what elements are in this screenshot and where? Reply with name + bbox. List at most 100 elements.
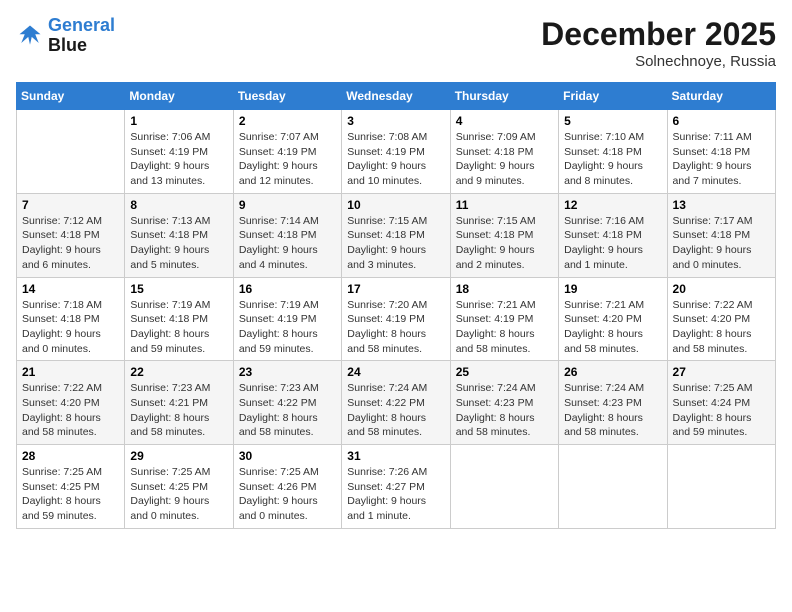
day-cell: 5 Sunrise: 7:10 AM Sunset: 4:18 PM Daylig… bbox=[559, 110, 667, 194]
week-row-4: 21 Sunrise: 7:22 AM Sunset: 4:20 PM Dayli… bbox=[17, 361, 776, 445]
month-title: December 2025 bbox=[541, 16, 776, 53]
day-info: Sunrise: 7:11 AM Sunset: 4:18 PM Dayligh… bbox=[673, 130, 770, 189]
day-number: 17 bbox=[347, 282, 444, 296]
day-number: 1 bbox=[130, 114, 227, 128]
day-cell: 27 Sunrise: 7:25 AM Sunset: 4:24 PM Dayli… bbox=[667, 361, 775, 445]
day-cell: 9 Sunrise: 7:14 AM Sunset: 4:18 PM Daylig… bbox=[233, 193, 341, 277]
day-number: 7 bbox=[22, 198, 119, 212]
day-info: Sunrise: 7:25 AM Sunset: 4:25 PM Dayligh… bbox=[130, 465, 227, 524]
day-info: Sunrise: 7:19 AM Sunset: 4:18 PM Dayligh… bbox=[130, 298, 227, 357]
day-cell bbox=[17, 110, 125, 194]
weekday-header-wednesday: Wednesday bbox=[342, 83, 450, 110]
day-number: 3 bbox=[347, 114, 444, 128]
day-cell: 1 Sunrise: 7:06 AM Sunset: 4:19 PM Daylig… bbox=[125, 110, 233, 194]
day-number: 30 bbox=[239, 449, 336, 463]
day-cell bbox=[667, 445, 775, 529]
day-info: Sunrise: 7:23 AM Sunset: 4:21 PM Dayligh… bbox=[130, 381, 227, 440]
day-info: Sunrise: 7:06 AM Sunset: 4:19 PM Dayligh… bbox=[130, 130, 227, 189]
week-row-1: 1 Sunrise: 7:06 AM Sunset: 4:19 PM Daylig… bbox=[17, 110, 776, 194]
day-number: 2 bbox=[239, 114, 336, 128]
day-number: 28 bbox=[22, 449, 119, 463]
weekday-header-friday: Friday bbox=[559, 83, 667, 110]
day-number: 4 bbox=[456, 114, 553, 128]
day-info: Sunrise: 7:24 AM Sunset: 4:23 PM Dayligh… bbox=[456, 381, 553, 440]
day-info: Sunrise: 7:12 AM Sunset: 4:18 PM Dayligh… bbox=[22, 214, 119, 273]
day-cell: 11 Sunrise: 7:15 AM Sunset: 4:18 PM Dayli… bbox=[450, 193, 558, 277]
day-cell: 6 Sunrise: 7:11 AM Sunset: 4:18 PM Daylig… bbox=[667, 110, 775, 194]
day-cell: 26 Sunrise: 7:24 AM Sunset: 4:23 PM Dayli… bbox=[559, 361, 667, 445]
day-cell: 16 Sunrise: 7:19 AM Sunset: 4:19 PM Dayli… bbox=[233, 277, 341, 361]
day-info: Sunrise: 7:24 AM Sunset: 4:23 PM Dayligh… bbox=[564, 381, 661, 440]
day-number: 9 bbox=[239, 198, 336, 212]
logo-text: GeneralBlue bbox=[48, 16, 115, 56]
title-block: December 2025 Solnechnoye, Russia bbox=[541, 16, 776, 70]
week-row-5: 28 Sunrise: 7:25 AM Sunset: 4:25 PM Dayli… bbox=[17, 445, 776, 529]
day-cell: 24 Sunrise: 7:24 AM Sunset: 4:22 PM Dayli… bbox=[342, 361, 450, 445]
weekday-header-monday: Monday bbox=[125, 83, 233, 110]
logo-icon bbox=[16, 22, 44, 50]
day-number: 24 bbox=[347, 365, 444, 379]
weekday-header-thursday: Thursday bbox=[450, 83, 558, 110]
day-info: Sunrise: 7:20 AM Sunset: 4:19 PM Dayligh… bbox=[347, 298, 444, 357]
day-cell: 17 Sunrise: 7:20 AM Sunset: 4:19 PM Dayli… bbox=[342, 277, 450, 361]
day-cell bbox=[559, 445, 667, 529]
day-cell: 14Sunrise: 7:18 AM Sunset: 4:18 PM Dayli… bbox=[17, 277, 125, 361]
day-info: Sunrise: 7:16 AM Sunset: 4:18 PM Dayligh… bbox=[564, 214, 661, 273]
day-info: Sunrise: 7:22 AM Sunset: 4:20 PM Dayligh… bbox=[22, 381, 119, 440]
day-info: Sunrise: 7:23 AM Sunset: 4:22 PM Dayligh… bbox=[239, 381, 336, 440]
logo: GeneralBlue bbox=[16, 16, 115, 56]
day-info: Sunrise: 7:13 AM Sunset: 4:18 PM Dayligh… bbox=[130, 214, 227, 273]
day-cell: 31 Sunrise: 7:26 AM Sunset: 4:27 PM Dayli… bbox=[342, 445, 450, 529]
day-cell: 21 Sunrise: 7:22 AM Sunset: 4:20 PM Dayli… bbox=[17, 361, 125, 445]
day-info: Sunrise: 7:07 AM Sunset: 4:19 PM Dayligh… bbox=[239, 130, 336, 189]
weekday-header-row: SundayMondayTuesdayWednesdayThursdayFrid… bbox=[17, 83, 776, 110]
day-info: Sunrise: 7:10 AM Sunset: 4:18 PM Dayligh… bbox=[564, 130, 661, 189]
day-cell: 25 Sunrise: 7:24 AM Sunset: 4:23 PM Dayli… bbox=[450, 361, 558, 445]
day-cell: 15 Sunrise: 7:19 AM Sunset: 4:18 PM Dayli… bbox=[125, 277, 233, 361]
week-row-2: 7 Sunrise: 7:12 AM Sunset: 4:18 PM Daylig… bbox=[17, 193, 776, 277]
day-cell: 8Sunrise: 7:13 AM Sunset: 4:18 PM Daylig… bbox=[125, 193, 233, 277]
day-info: Sunrise: 7:24 AM Sunset: 4:22 PM Dayligh… bbox=[347, 381, 444, 440]
day-number: 29 bbox=[130, 449, 227, 463]
location: Solnechnoye, Russia bbox=[541, 53, 776, 70]
day-cell: 2 Sunrise: 7:07 AM Sunset: 4:19 PM Daylig… bbox=[233, 110, 341, 194]
day-cell: 10Sunrise: 7:15 AM Sunset: 4:18 PM Dayli… bbox=[342, 193, 450, 277]
week-row-3: 14Sunrise: 7:18 AM Sunset: 4:18 PM Dayli… bbox=[17, 277, 776, 361]
day-number: 27 bbox=[673, 365, 770, 379]
day-info: Sunrise: 7:15 AM Sunset: 4:18 PM Dayligh… bbox=[456, 214, 553, 273]
weekday-header-saturday: Saturday bbox=[667, 83, 775, 110]
day-number: 22 bbox=[130, 365, 227, 379]
day-number: 15 bbox=[130, 282, 227, 296]
day-cell: 23Sunrise: 7:23 AM Sunset: 4:22 PM Dayli… bbox=[233, 361, 341, 445]
day-number: 18 bbox=[456, 282, 553, 296]
day-info: Sunrise: 7:17 AM Sunset: 4:18 PM Dayligh… bbox=[673, 214, 770, 273]
day-number: 31 bbox=[347, 449, 444, 463]
day-cell: 7 Sunrise: 7:12 AM Sunset: 4:18 PM Daylig… bbox=[17, 193, 125, 277]
day-number: 16 bbox=[239, 282, 336, 296]
day-cell: 3Sunrise: 7:08 AM Sunset: 4:19 PM Daylig… bbox=[342, 110, 450, 194]
day-number: 10 bbox=[347, 198, 444, 212]
day-info: Sunrise: 7:25 AM Sunset: 4:24 PM Dayligh… bbox=[673, 381, 770, 440]
day-info: Sunrise: 7:21 AM Sunset: 4:19 PM Dayligh… bbox=[456, 298, 553, 357]
day-info: Sunrise: 7:14 AM Sunset: 4:18 PM Dayligh… bbox=[239, 214, 336, 273]
day-info: Sunrise: 7:21 AM Sunset: 4:20 PM Dayligh… bbox=[564, 298, 661, 357]
day-number: 13 bbox=[673, 198, 770, 212]
day-number: 11 bbox=[456, 198, 553, 212]
day-number: 25 bbox=[456, 365, 553, 379]
day-number: 14 bbox=[22, 282, 119, 296]
day-number: 5 bbox=[564, 114, 661, 128]
day-info: Sunrise: 7:19 AM Sunset: 4:19 PM Dayligh… bbox=[239, 298, 336, 357]
day-info: Sunrise: 7:25 AM Sunset: 4:26 PM Dayligh… bbox=[239, 465, 336, 524]
day-info: Sunrise: 7:09 AM Sunset: 4:18 PM Dayligh… bbox=[456, 130, 553, 189]
day-number: 6 bbox=[673, 114, 770, 128]
day-cell: 30 Sunrise: 7:25 AM Sunset: 4:26 PM Dayli… bbox=[233, 445, 341, 529]
page-header: GeneralBlue December 2025 Solnechnoye, R… bbox=[16, 16, 776, 70]
day-info: Sunrise: 7:26 AM Sunset: 4:27 PM Dayligh… bbox=[347, 465, 444, 524]
day-info: Sunrise: 7:22 AM Sunset: 4:20 PM Dayligh… bbox=[673, 298, 770, 357]
day-number: 26 bbox=[564, 365, 661, 379]
day-cell: 28Sunrise: 7:25 AM Sunset: 4:25 PM Dayli… bbox=[17, 445, 125, 529]
day-number: 21 bbox=[22, 365, 119, 379]
day-number: 20 bbox=[673, 282, 770, 296]
weekday-header-sunday: Sunday bbox=[17, 83, 125, 110]
day-number: 12 bbox=[564, 198, 661, 212]
